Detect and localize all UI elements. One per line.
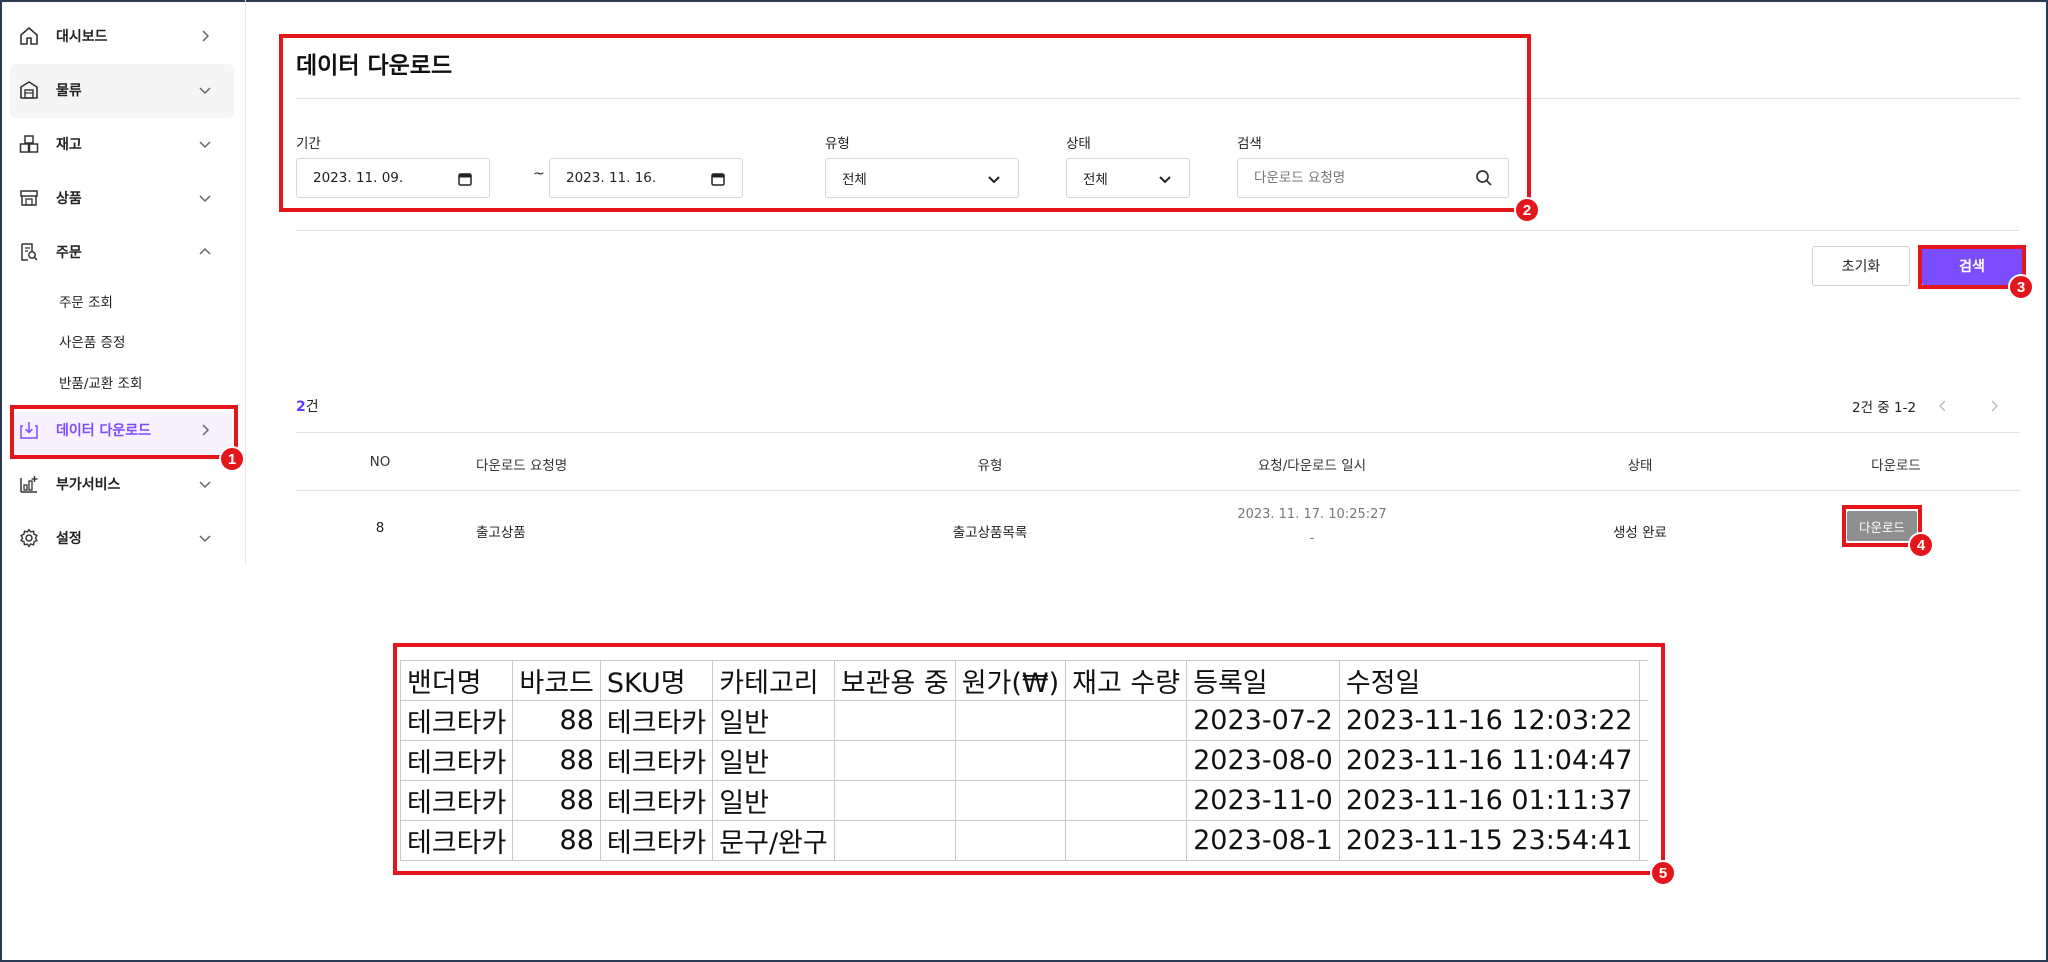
chevron-down-icon xyxy=(199,535,211,543)
chevron-down-icon xyxy=(199,87,211,95)
chevron-down-icon xyxy=(199,481,211,489)
warehouse-icon xyxy=(18,79,40,101)
cell-type: 출고상품목록 xyxy=(952,525,1028,541)
services-chart-icon xyxy=(18,473,40,495)
sidebar-subitem-order-lookup[interactable]: 주문 조회 xyxy=(59,291,113,311)
callout-badge-5: 5 xyxy=(1650,860,1676,886)
boxes-icon xyxy=(18,133,40,155)
table-header-bottom-border xyxy=(296,490,2020,491)
callout-box-filters xyxy=(279,34,1531,212)
home-icon xyxy=(18,25,40,47)
sidebar-item-label: 대시보드 xyxy=(56,29,108,45)
column-header-no: NO xyxy=(369,454,391,470)
cell-requested-at: 2023. 11. 17. 10:25:27 xyxy=(1237,507,1387,522)
store-icon xyxy=(18,187,40,209)
pagination-text: 2건 중 1-2 xyxy=(1852,400,1917,416)
sidebar-item-settings[interactable]: 설정 xyxy=(18,518,228,558)
column-header-status: 상태 xyxy=(1627,458,1653,474)
callout-box-sidebar-data-download xyxy=(10,405,238,459)
order-search-icon xyxy=(18,241,40,263)
sidebar-item-extra-services[interactable]: 부가서비스 xyxy=(18,464,228,504)
sidebar-subitem-return-lookup[interactable]: 반품/교환 조회 xyxy=(59,372,142,392)
cell-status: 생성 완료 xyxy=(1613,525,1667,541)
column-header-request-name: 다운로드 요청명 xyxy=(476,458,568,474)
result-count: 2건 xyxy=(296,396,319,416)
column-header-datetime: 요청/다운로드 일시 xyxy=(1257,458,1367,474)
sidebar-item-label: 설정 xyxy=(56,531,82,547)
chevron-down-icon xyxy=(199,141,211,149)
sidebar-subitem-gift[interactable]: 사은품 증정 xyxy=(59,331,125,351)
cell-request-name: 출고상품 xyxy=(476,525,526,541)
cell-downloaded-at: - xyxy=(1309,531,1315,546)
sidebar-item-dashboard[interactable]: 대시보드 xyxy=(18,16,228,56)
sidebar-item-inventory[interactable]: 재고 xyxy=(18,124,228,164)
cell-no: 8 xyxy=(375,520,385,536)
result-count-number: 2 xyxy=(296,399,306,415)
column-header-type: 유형 xyxy=(977,458,1003,474)
column-header-download: 다운로드 xyxy=(1871,458,1921,474)
chevron-right-icon[interactable] xyxy=(1987,399,2001,413)
callout-badge-1: 1 xyxy=(219,446,245,472)
callout-badge-4: 4 xyxy=(1908,532,1934,558)
reset-button-label: 초기화 xyxy=(1841,259,1881,275)
gear-icon xyxy=(18,527,40,549)
sidebar-item-orders[interactable]: 주문 xyxy=(18,232,228,272)
sidebar-item-label: 부가서비스 xyxy=(56,477,121,493)
callout-badge-3: 3 xyxy=(2008,274,2034,300)
result-count-unit: 건 xyxy=(305,399,319,415)
chevron-right-icon xyxy=(202,30,210,42)
sidebar-item-logistics[interactable]: 물류 xyxy=(18,70,228,110)
callout-box-spreadsheet xyxy=(393,643,1665,875)
sidebar-item-label: 주문 xyxy=(56,245,82,261)
chevron-up-icon xyxy=(199,247,211,255)
sidebar-item-products[interactable]: 상품 xyxy=(18,178,228,218)
divider xyxy=(296,230,2020,231)
sidebar-item-label: 상품 xyxy=(56,191,82,207)
table-header-top-border xyxy=(296,432,2020,433)
callout-badge-2: 2 xyxy=(1514,197,1540,223)
sidebar-item-label: 물류 xyxy=(56,83,82,99)
reset-button[interactable]: 초기화 xyxy=(1812,246,1910,286)
chevron-left-icon[interactable] xyxy=(1936,399,1950,413)
sidebar-item-label: 재고 xyxy=(56,137,82,153)
chevron-down-icon xyxy=(199,195,211,203)
